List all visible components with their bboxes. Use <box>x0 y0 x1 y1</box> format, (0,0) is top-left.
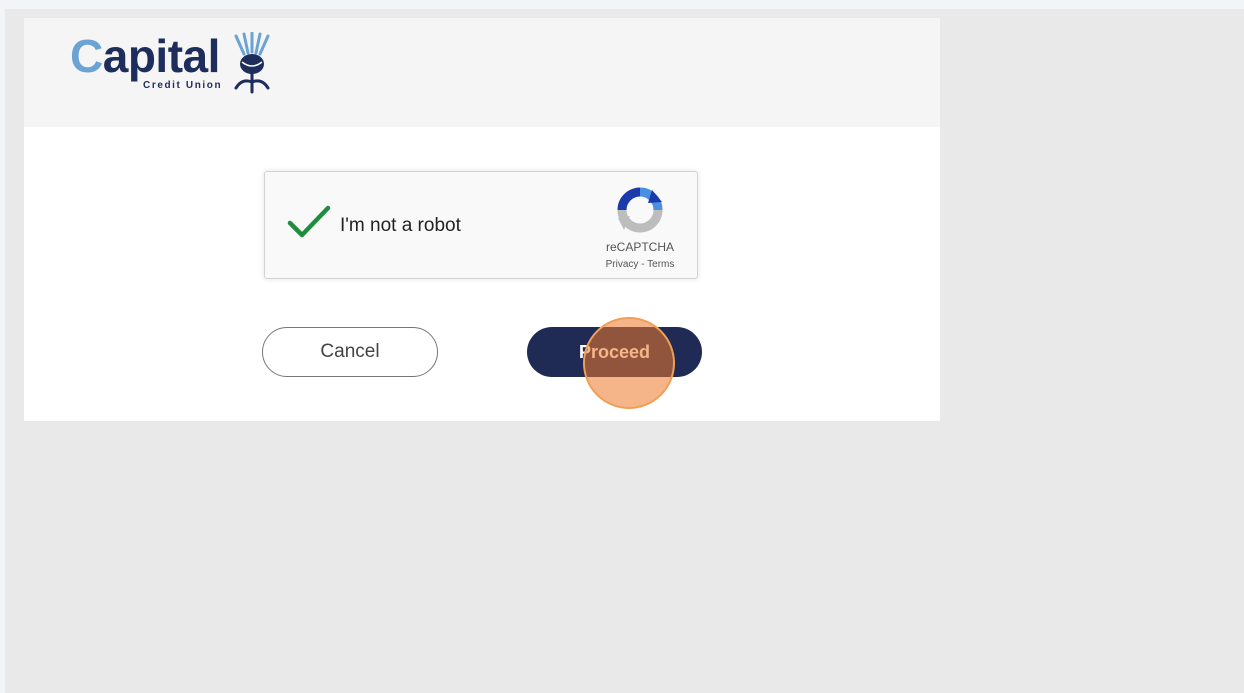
privacy-link[interactable]: Privacy <box>606 259 639 270</box>
page-viewport: Capital Credit Union I'm not a robot reC… <box>5 9 1244 693</box>
site-header: Capital Credit Union <box>24 18 940 127</box>
recaptcha-widget: I'm not a robot reCAPTCHA Privacy - Term… <box>264 171 698 279</box>
terms-link[interactable]: Terms <box>647 259 674 270</box>
cancel-button[interactable]: Cancel <box>262 327 438 377</box>
recaptcha-logo-icon <box>617 187 663 233</box>
content-panel: Capital Credit Union I'm not a robot reC… <box>24 18 940 421</box>
recaptcha-brand-label: reCAPTCHA <box>605 240 674 254</box>
logo-subtitle: Credit Union <box>143 80 223 91</box>
recaptcha-links: Privacy - Terms <box>583 259 697 270</box>
proceed-button[interactable]: Proceed <box>527 327 702 377</box>
thistle-icon <box>234 32 270 94</box>
logo-wordmark: Capital <box>70 30 220 82</box>
capital-credit-union-logo[interactable]: Capital Credit Union <box>70 30 280 108</box>
checkmark-icon[interactable] <box>287 204 331 240</box>
link-separator: - <box>638 259 648 270</box>
captcha-label: I'm not a robot <box>340 215 461 236</box>
